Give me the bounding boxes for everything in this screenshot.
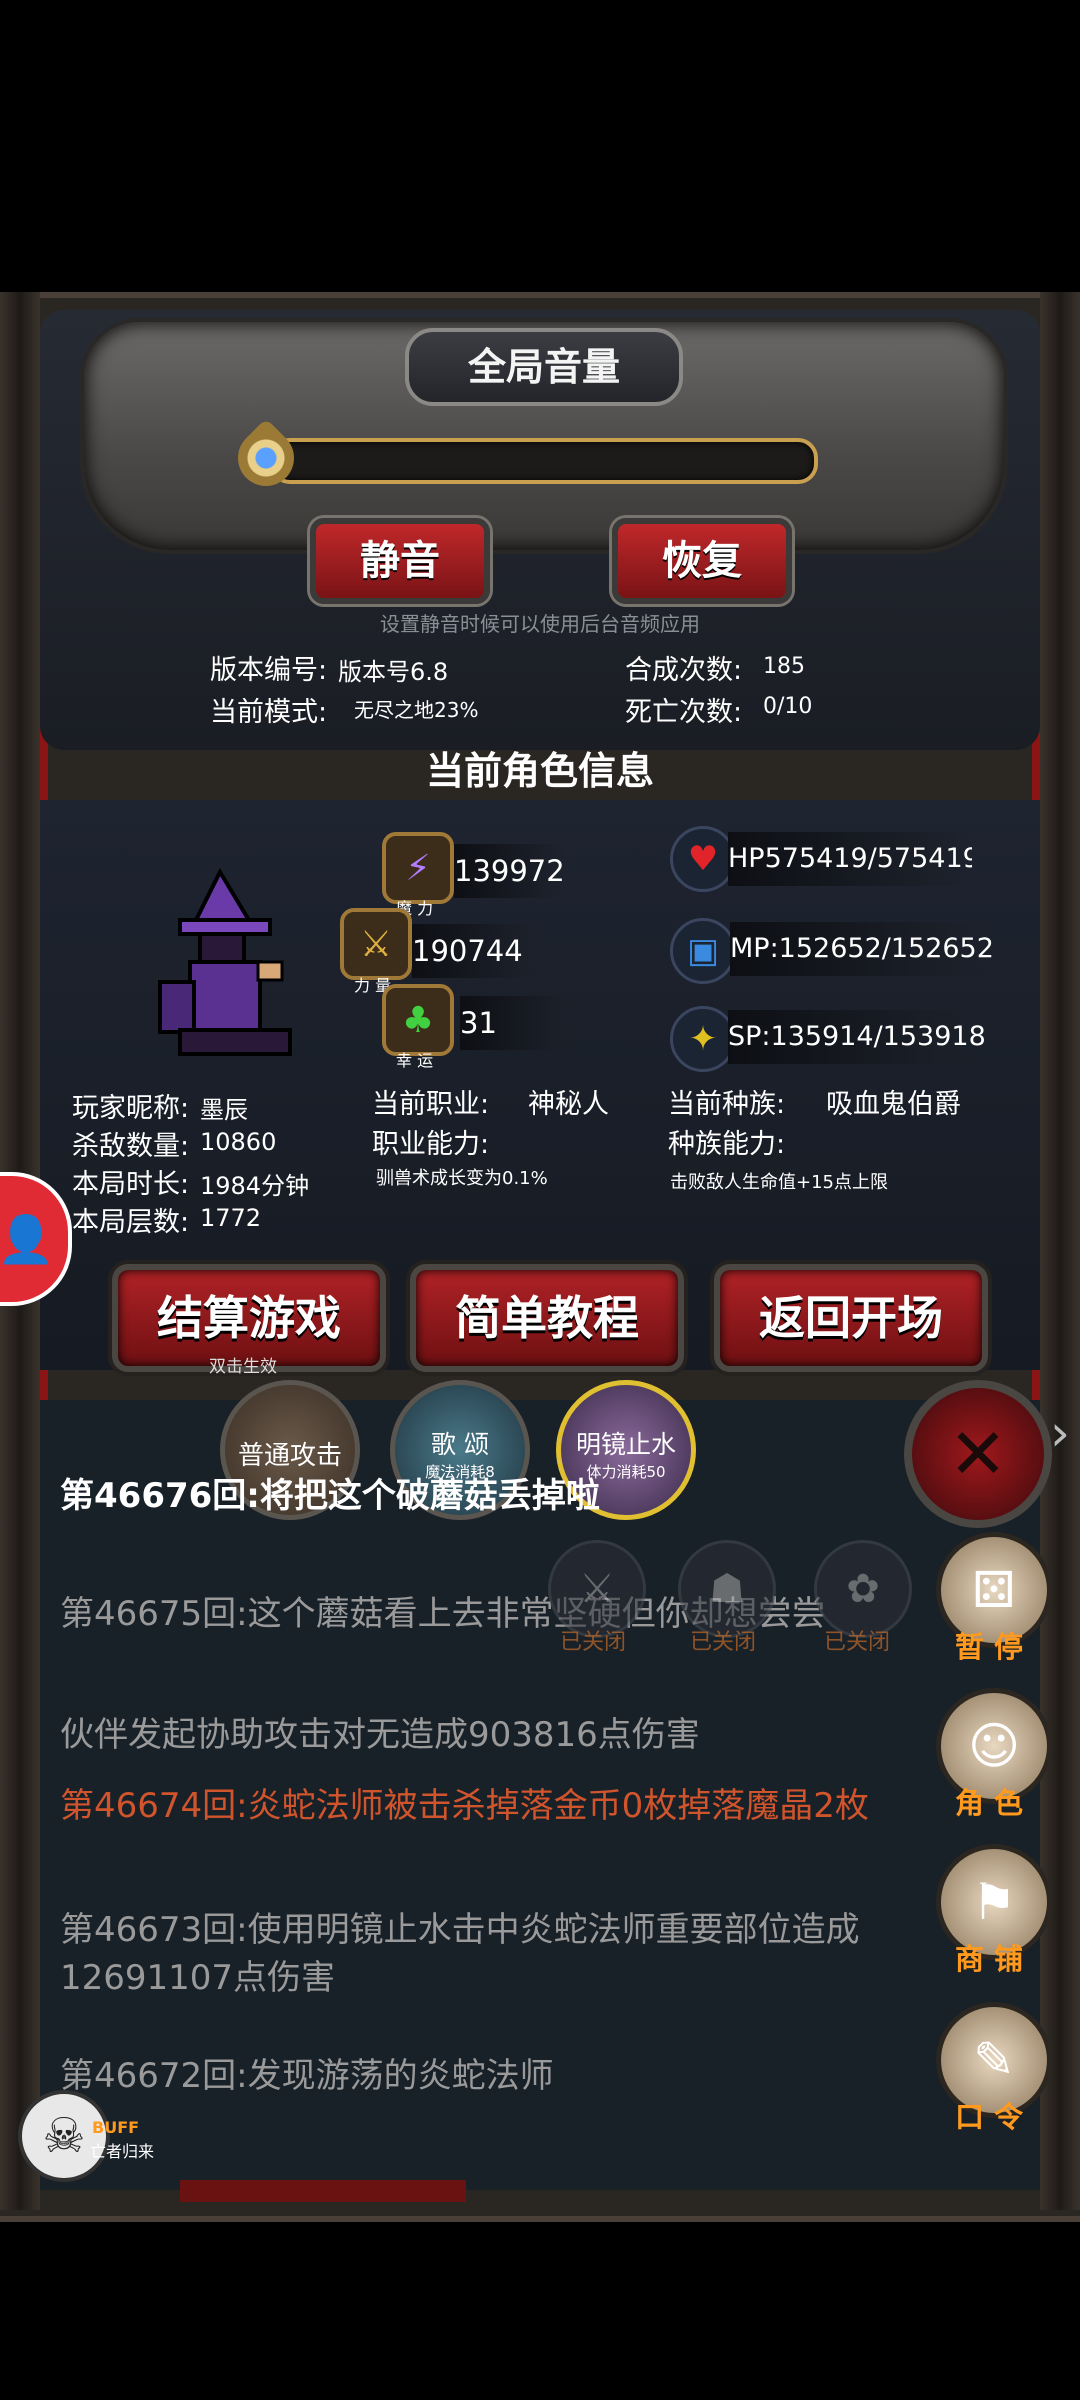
power-value: 190744 [412, 924, 542, 978]
shop-label[interactable]: 商 铺 [936, 1936, 1042, 1978]
magic-icon: ⚡ [382, 832, 454, 904]
synth-count-value: 185 [763, 654, 805, 679]
power-icon: ⚔ [340, 908, 412, 980]
restore-button[interactable]: 恢复 [612, 518, 792, 604]
race-value: 吸血鬼伯爵 [826, 1089, 961, 1120]
job-label: 当前职业: [372, 1089, 490, 1120]
log-line: 伙伴发起协助攻击对无造成903816点伤害 [60, 1715, 700, 1755]
version-label: 版本编号: [210, 655, 328, 686]
role-label[interactable]: 角 色 [936, 1780, 1042, 1822]
mp-value: MP:152652/152652 [730, 922, 994, 976]
close-icon[interactable]: ✕ [904, 1380, 1052, 1528]
volume-title: 全局音量 [405, 328, 683, 406]
luck-clover-icon: ♣ [382, 984, 454, 1056]
toggle-closed-label: 已关闭 [824, 1630, 891, 1655]
mode-value: 无尽之地23% [354, 698, 479, 722]
log-line: 第46672回:发现游荡的炎蛇法师 [60, 2056, 554, 2096]
nickname-value: 墨辰 [200, 1096, 248, 1124]
tutorial-button[interactable]: 简单教程 [410, 1264, 684, 1372]
skill-mirror-water-label: 明镜止水 [575, 1430, 676, 1459]
pause-label[interactable]: 暂 停 [936, 1624, 1042, 1666]
luck-caption: 幸 运 [396, 1051, 434, 1070]
code-label[interactable]: 口 令 [936, 2094, 1042, 2136]
wizard-avatar [158, 867, 292, 1056]
race-ability-value: 击败敌人生命值+15点上限 [670, 1172, 888, 1193]
buff-label: BUFF [92, 2118, 140, 2137]
skill-normal-attack-label: 普通攻击 [237, 1441, 342, 1471]
race-label: 当前种族: [668, 1089, 786, 1120]
time-label: 本局时长: [72, 1169, 190, 1200]
version-value: 版本号6.8 [338, 658, 449, 686]
toggle-closed-label: 已关闭 [690, 1630, 757, 1655]
kills-value: 10860 [200, 1128, 277, 1156]
volume-slider[interactable] [270, 438, 818, 484]
log-line: 第46674回:炎蛇法师被击杀掉落金币0枚掉落魔晶2枚 [60, 1786, 869, 1826]
luck-value: 31 [460, 996, 580, 1050]
heart-icon: ♥ [670, 826, 736, 892]
mute-button[interactable]: 静音 [310, 518, 490, 604]
character-title: 当前角色信息 [425, 749, 654, 793]
mode-label: 当前模式: [210, 697, 328, 728]
buff-name: 亡者归来 [90, 2142, 155, 2161]
log-line: 第46676回:将把这个破蘑菇丢掉啦 [60, 1476, 600, 1516]
job-ability-label: 职业能力: [372, 1129, 490, 1160]
sp-muscle-icon: ✦ [670, 1006, 736, 1072]
mute-hint: 设置静音时候可以使用后台音频应用 [380, 612, 700, 636]
log-line: 第46675回:这个蘑菇看上去非常坚硬但你却想尝尝 [60, 1594, 826, 1634]
chevron-right-icon[interactable]: › [1050, 1404, 1070, 1462]
race-ability-label: 种族能力: [668, 1129, 786, 1160]
kills-label: 杀敌数量: [72, 1131, 190, 1162]
job-value: 神秘人 [528, 1089, 609, 1120]
floor-value: 1772 [200, 1204, 262, 1232]
nickname-label: 玩家昵称: [72, 1093, 190, 1124]
mp-icon: ▣ [670, 918, 736, 984]
log-line: 第46673回:使用明镜止水击中炎蛇法师重要部位造成12691107点伤害 [60, 1910, 860, 1998]
death-count-value: 0/10 [763, 694, 813, 719]
bottom-progress-bar [180, 2180, 466, 2202]
toggle-closed-label: 已关闭 [560, 1630, 627, 1655]
skill-chant-label: 歌 颂 [431, 1430, 489, 1459]
death-count-label: 死亡次数: [625, 697, 743, 728]
return-start-button[interactable]: 返回开场 [714, 1264, 988, 1372]
job-ability-value: 驯兽术成长变为0.1% [376, 1168, 548, 1189]
time-value: 1984分钟 [200, 1172, 310, 1200]
hp-value: HP575419/575419 [728, 832, 972, 886]
floor-label: 本局层数: [72, 1207, 190, 1238]
settle-hint: 双击生效 [209, 1357, 277, 1377]
synth-count-label: 合成次数: [625, 655, 743, 686]
magic-value: 139972 [454, 844, 565, 898]
sp-value: SP:135914/153918 [728, 1010, 992, 1064]
